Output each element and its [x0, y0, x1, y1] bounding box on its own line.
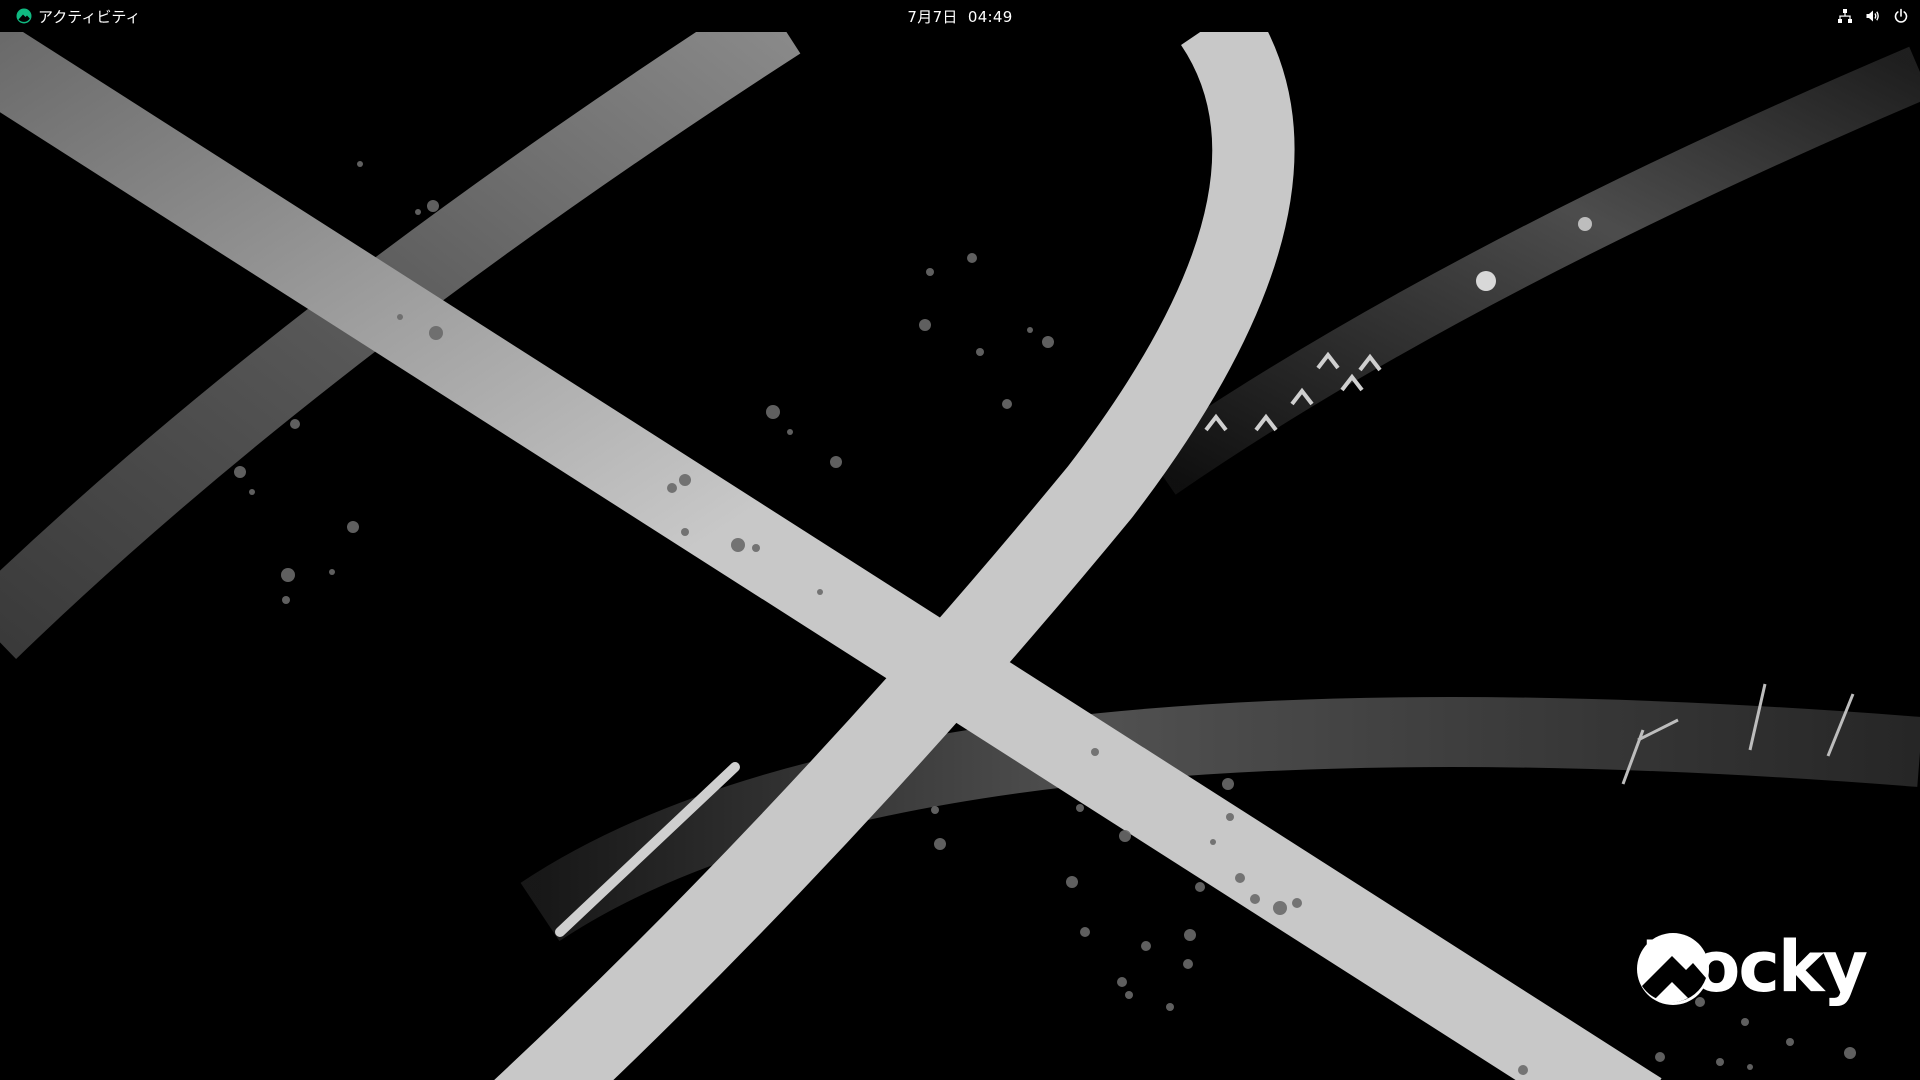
system-menu-button[interactable] [1828, 0, 1920, 32]
wallpaper-art [0, 32, 1920, 1080]
desktop-wallpaper: Rocky [0, 32, 1920, 1080]
power-icon [1892, 7, 1910, 25]
activities-label: アクティビティ [38, 7, 141, 26]
clock-label: 7月7日 04:49 [907, 7, 1013, 26]
rocky-logo-icon [16, 8, 32, 24]
top-bar: アクティビティ 7月7日 04:49 [0, 0, 1920, 32]
network-wired-icon [1836, 7, 1854, 25]
clock-button[interactable]: 7月7日 04:49 [897, 0, 1022, 32]
volume-icon [1864, 7, 1882, 25]
activities-button[interactable]: アクティビティ [0, 0, 152, 32]
rocky-brand: Rocky [1636, 932, 1868, 1005]
